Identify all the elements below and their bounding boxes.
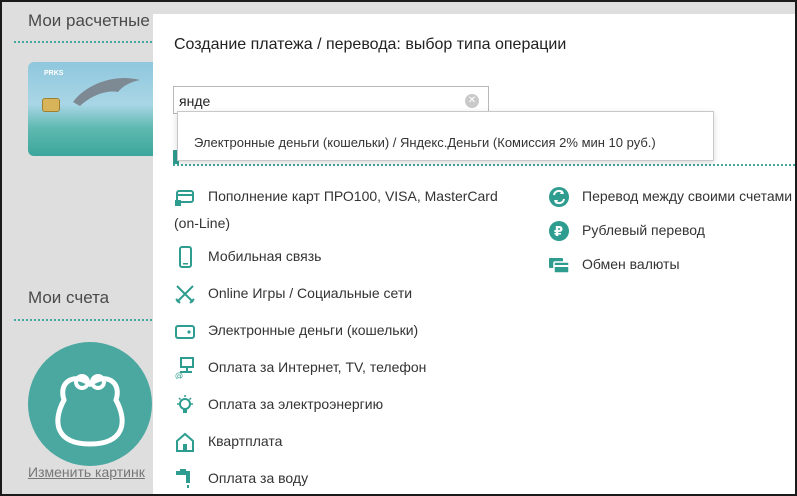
op-label: Оплата за воду [208, 470, 309, 486]
network-icon: @ [174, 357, 196, 380]
autocomplete-dropdown: Электронные деньги (кошельки) / Яндекс.Д… [177, 111, 714, 161]
op-label: Электронные деньги (кошельки) [208, 322, 419, 338]
op-label-cont: (on-Line) [174, 215, 231, 231]
op-label: Обмен валюты [582, 256, 680, 272]
svg-text:₽: ₽ [554, 225, 563, 240]
clear-icon[interactable]: ✕ [465, 94, 479, 108]
dolphin-icon [73, 78, 140, 106]
card-brand-logo: PRKS [44, 70, 64, 77]
lightbulb-icon [174, 394, 196, 416]
divider [173, 164, 795, 166]
change-picture-link[interactable]: Изменить картинк [28, 464, 145, 480]
currency-exchange-icon [548, 254, 570, 276]
ruble-icon: ₽ [548, 220, 570, 242]
op-label: Рублевый перевод [582, 222, 705, 238]
op-label: Квартплата [208, 433, 283, 449]
op-ruble-transfer[interactable]: ₽ Рублевый перевод [548, 217, 795, 244]
search-field[interactable]: ✕ [173, 86, 489, 114]
search-input[interactable] [179, 91, 459, 111]
card-icon [174, 186, 196, 208]
op-mobile[interactable]: Мобильная связь [174, 243, 534, 270]
op-internet-tv[interactable]: @ Оплата за Интернет, TV, телефон [174, 354, 534, 381]
transfer-arrows-icon [548, 186, 570, 208]
op-electricity[interactable]: Оплата за электроэнергию [174, 391, 534, 418]
autocomplete-suggestion[interactable]: Электронные деньги (кошельки) / Яндекс.Д… [194, 135, 656, 150]
crossed-swords-icon [174, 283, 196, 305]
divider [14, 41, 164, 43]
op-games[interactable]: Online Игры / Социальные сети [174, 280, 534, 307]
op-label: Пополнение карт ПРО100, VISA, MasterCard [208, 188, 498, 204]
op-label: Оплата за Интернет, TV, телефон [208, 359, 427, 375]
op-own-transfer[interactable]: Перевод между своими счетами [548, 183, 795, 210]
op-rent[interactable]: Квартплата [174, 428, 534, 455]
dialog-title: Создание платежа / перевода: выбор типа … [174, 36, 567, 53]
mobile-phone-icon [174, 246, 196, 268]
house-icon [174, 431, 196, 453]
purse-icon [55, 374, 125, 447]
accounts-heading: Мои счета [28, 288, 110, 307]
op-water[interactable]: Оплата за воду [174, 465, 534, 492]
op-label: Оплата за электроэнергию [208, 396, 384, 412]
op-card-topup[interactable]: Пополнение карт ПРО100, VISA, MasterCard… [174, 183, 534, 237]
operation-type-dialog: Создание платежа / перевода: выбор типа … [153, 14, 795, 494]
op-label: Перевод между своими счетами [582, 188, 793, 204]
op-label: Online Игры / Социальные сети [208, 285, 413, 301]
svg-text:@: @ [175, 371, 183, 379]
bank-card-image[interactable]: PRKS [28, 62, 162, 156]
wallet-avatar[interactable] [28, 342, 152, 466]
card-chip-icon [42, 98, 60, 112]
op-currency-exchange[interactable]: Обмен валюты [548, 251, 795, 278]
op-e-money[interactable]: Электронные деньги (кошельки) [174, 317, 534, 344]
screen: Мои расчетные PRKS Мои счета Изменить ка… [0, 0, 797, 496]
op-label: Мобильная связь [208, 248, 322, 264]
divider [14, 319, 164, 321]
wallet-icon [174, 320, 196, 342]
faucet-icon [174, 468, 196, 490]
cards-heading: Мои расчетные [28, 11, 150, 30]
